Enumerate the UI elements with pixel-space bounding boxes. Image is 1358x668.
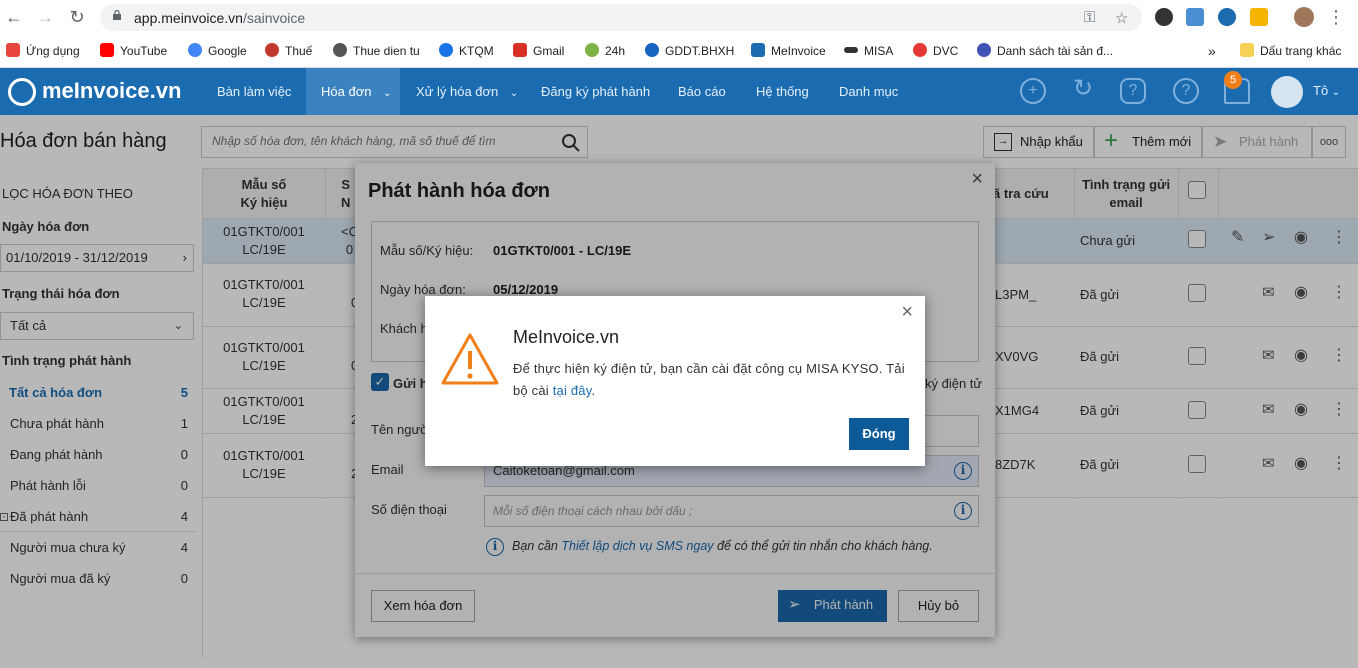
close-icon[interactable]: × (901, 301, 913, 324)
bookmark-item[interactable]: KTQM (439, 41, 494, 61)
bookmark-item[interactable]: YouTube (100, 41, 167, 61)
star-icon[interactable]: ☆ (1115, 9, 1128, 27)
menu-catalog[interactable]: Danh mục (839, 68, 898, 115)
user-name[interactable]: Tô ⌄ (1313, 83, 1340, 98)
menu-dashboard[interactable]: Bàn làm việc (217, 68, 291, 115)
profile-avatar[interactable] (1294, 7, 1314, 27)
reload-icon[interactable]: ↻ (66, 6, 88, 28)
refresh-icon[interactable]: ↻ (1070, 77, 1096, 104)
key-icon[interactable]: ⚿ (1084, 9, 1095, 26)
bookmark-item[interactable]: DVC (913, 41, 958, 61)
warning-icon (441, 333, 499, 385)
app-header: meInvoice.vn Bàn làm việc Hóa đơn ⌄ Xử l… (0, 68, 1358, 115)
dvc-icon (913, 43, 927, 57)
ktqm-icon (439, 43, 453, 57)
user-avatar[interactable] (1271, 76, 1303, 108)
bookmark-item[interactable]: Ứng dụng (6, 41, 80, 61)
menu-report[interactable]: Báo cáo (678, 68, 726, 115)
extension-icon[interactable] (1186, 8, 1204, 26)
bookmark-item[interactable]: Gmail (513, 41, 564, 61)
tax-icon (265, 43, 279, 57)
globe-icon (333, 43, 347, 57)
apps-icon (6, 43, 20, 57)
chevron-down-icon: ⌄ (1331, 87, 1341, 98)
help-icon[interactable]: ? (1173, 78, 1199, 104)
menu-process-invoice[interactable]: Xử lý hóa đơn ⌄ (416, 68, 518, 115)
warning-alert: MeInvoice.vn × Để thực hiện ký điện tử, … (425, 296, 925, 466)
bookmark-item[interactable]: Thuế (265, 41, 312, 61)
gmail-icon (513, 43, 527, 57)
chevron-down-icon: ⌄ (509, 88, 519, 99)
kebab-menu-icon[interactable]: ⋮ (1325, 6, 1347, 28)
browser-chrome: ← → ↻ app.meinvoice.vn/sainvoice ⚿ ☆ ⋮ Ứ… (0, 0, 1358, 68)
meinvoice-icon (751, 43, 765, 57)
bookmark-item[interactable]: Google (188, 41, 247, 61)
bhxh-icon (645, 43, 659, 57)
google-icon (188, 43, 202, 57)
folder-icon (1240, 43, 1254, 57)
more-bookmarks-button[interactable]: » (1208, 41, 1216, 61)
alert-message: Để thực hiện ký điện tử, bạn cần cài đặt… (513, 361, 905, 398)
notification-badge: 5 (1224, 71, 1242, 89)
url-text: app.meinvoice.vn/sainvoice (134, 10, 306, 26)
chevron-down-icon: ⌄ (383, 88, 392, 99)
app-logo[interactable]: meInvoice.vn (8, 76, 181, 107)
bookmarks-bar: Ứng dụng YouTube Google Thuế Thue dien t… (0, 35, 1358, 68)
extension-icon[interactable] (1218, 8, 1236, 26)
logo-icon (8, 78, 36, 107)
bookmark-item[interactable]: Danh sách tài sản đ... (977, 41, 1113, 61)
add-icon[interactable]: + (1020, 78, 1046, 104)
menu-invoice[interactable]: Hóa đơn ⌄ (306, 68, 400, 115)
extension-icon[interactable] (1155, 8, 1173, 26)
bookmark-item[interactable]: GDDT.BHXH (645, 41, 734, 61)
bookmark-item[interactable]: 24h (585, 41, 625, 61)
address-row: ← → ↻ app.meinvoice.vn/sainvoice ⚿ ☆ ⋮ (0, 0, 1358, 35)
bookmark-item[interactable]: Thue dien tu (333, 41, 420, 61)
bookmark-item[interactable]: MISA (844, 41, 893, 61)
download-link[interactable]: tại đây (553, 383, 592, 398)
chat-icon[interactable]: ? (1120, 78, 1146, 104)
youtube-icon (100, 43, 114, 57)
asset-icon (977, 43, 991, 57)
alert-title: MeInvoice.vn (513, 327, 620, 347)
menu-register[interactable]: Đăng ký phát hành (541, 68, 650, 115)
menu-system[interactable]: Hệ thống (756, 68, 809, 115)
ok-button[interactable]: Đóng (849, 418, 909, 450)
24h-icon (585, 43, 599, 57)
lock-icon (113, 10, 121, 20)
extension-icon[interactable] (1250, 8, 1268, 26)
back-icon[interactable]: ← (3, 6, 25, 28)
bookmark-folder[interactable]: Dấu trang khác (1240, 41, 1341, 61)
bookmark-item[interactable]: MeInvoice (751, 41, 826, 61)
address-bar[interactable]: app.meinvoice.vn/sainvoice ⚿ ☆ (100, 4, 1142, 31)
misa-icon (844, 47, 858, 53)
forward-icon[interactable]: → (34, 6, 56, 28)
